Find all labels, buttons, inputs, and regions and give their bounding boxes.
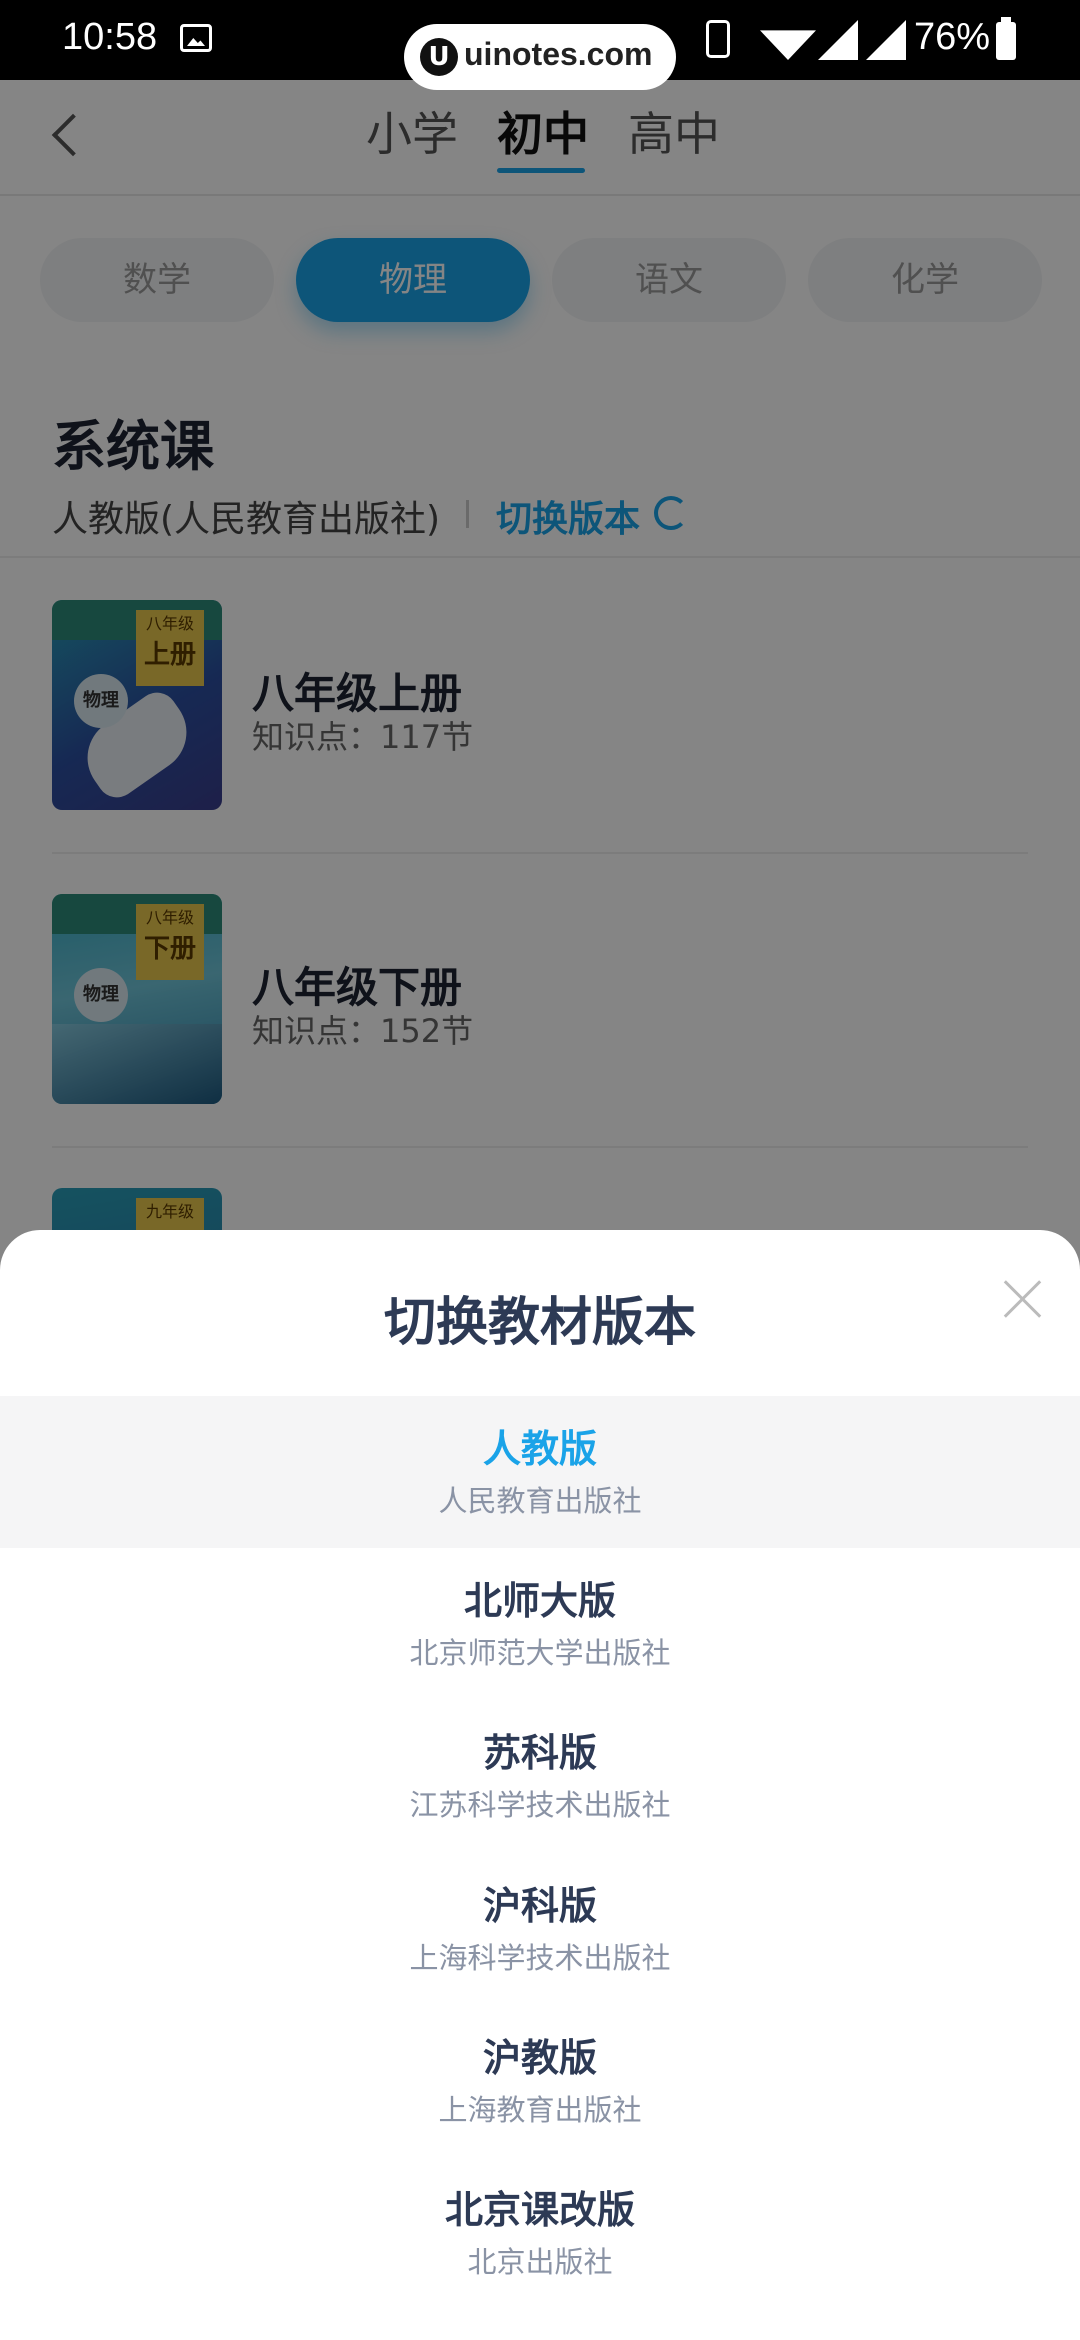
edition-name: 人教版: [482, 1427, 597, 1471]
battery-icon: [996, 17, 1016, 60]
edition-name: 北京课改版: [444, 2188, 635, 2232]
vibrate-icon: [706, 20, 730, 58]
edition-name: 沪教版: [482, 2036, 597, 2080]
sheet-title: 切换教材版本: [383, 1293, 696, 1353]
watermark-logo-icon: U: [420, 38, 458, 76]
edition-name: 北师大版: [463, 1579, 616, 1623]
edition-option[interactable]: 北师大版 北京师范大学出版社: [0, 1548, 1080, 1700]
edition-option[interactable]: 沪科版 上海科学技术出版社: [0, 1853, 1080, 2005]
edition-publisher: 北京师范大学出版社: [409, 1636, 671, 1670]
edition-publisher: 北京出版社: [467, 2245, 613, 2279]
edition-publisher: 人民教育出版社: [438, 1484, 642, 1518]
signal-icon-2: [866, 20, 906, 60]
edition-option[interactable]: 北京课改版 北京出版社: [0, 2157, 1080, 2309]
edition-name: 沪科版: [482, 1884, 597, 1928]
wifi-icon: [760, 30, 816, 60]
edition-name: 苏科版: [482, 1731, 597, 1775]
clock: 10:58: [62, 16, 158, 58]
edition-option[interactable]: 苏科版 江苏科学技术出版社: [0, 1700, 1080, 1852]
edition-publisher: 江苏科学技术出版社: [409, 1788, 671, 1822]
edition-option[interactable]: 人教版 人民教育出版社: [0, 1396, 1080, 1548]
signal-icon: [818, 20, 858, 60]
edition-publisher: 上海科学技术出版社: [409, 1941, 671, 1975]
edition-publisher: 上海教育出版社: [438, 2093, 642, 2127]
close-icon[interactable]: [996, 1272, 1050, 1326]
watermark-text: uinotes.com: [464, 36, 653, 72]
edition-picker-sheet: 切换教材版本 人教版 人民教育出版社 北师大版 北京师范大学出版社 苏科版 江苏…: [0, 1230, 1080, 2340]
image-notification-icon: [180, 24, 212, 52]
battery-percent: 76%: [914, 16, 991, 58]
edition-option[interactable]: 沪教版 上海教育出版社: [0, 2005, 1080, 2157]
watermark: U uinotes.com: [404, 24, 676, 90]
